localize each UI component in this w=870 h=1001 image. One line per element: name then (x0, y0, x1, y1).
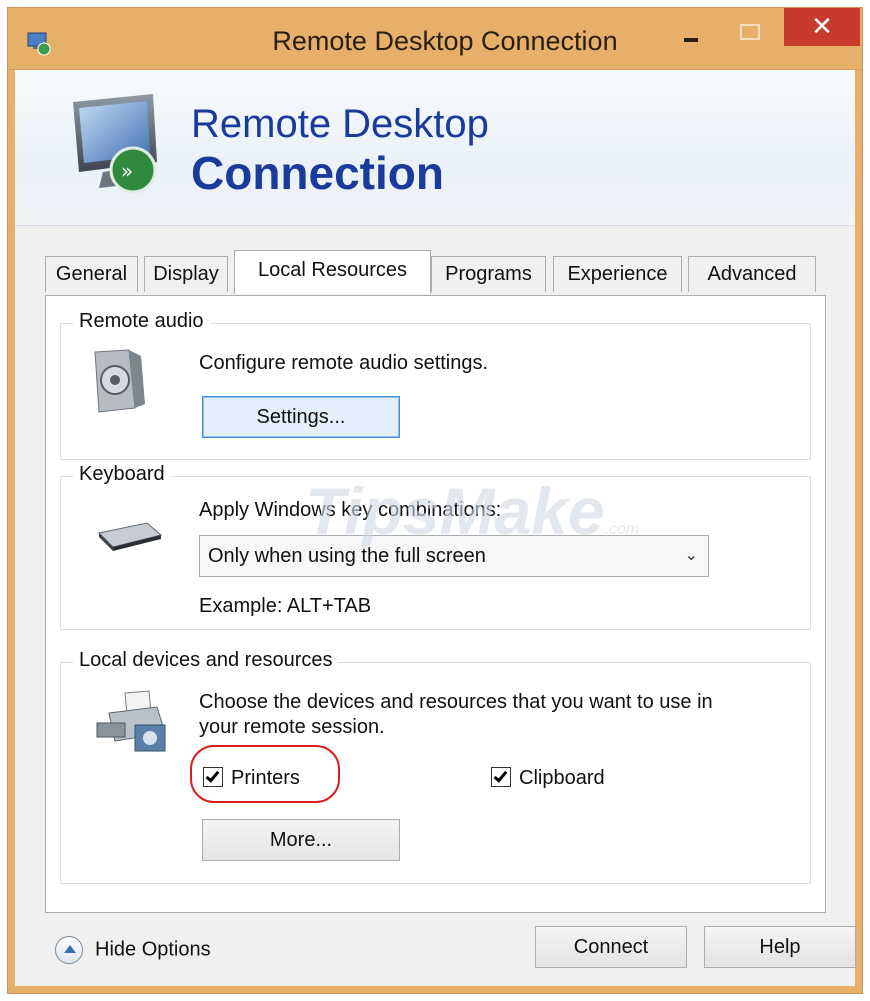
local-devices-group: Local devices and resources Choose the d… (60, 649, 811, 884)
settings-button[interactable]: Settings... (202, 396, 400, 438)
windows-key-dropdown[interactable]: Only when using the full screen ⌄ (199, 535, 709, 577)
remote-audio-description: Configure remote audio settings. (199, 352, 489, 374)
title-bar[interactable]: Remote Desktop Connection ✕ (8, 8, 862, 70)
monitor-connection-icon: » (73, 94, 157, 194)
tab-general[interactable]: General (45, 256, 138, 292)
local-resources-panel: Remote audio Configure remote audio sett… (45, 295, 826, 913)
windows-key-label: Apply Windows key combinations: (199, 499, 502, 521)
windows-key-selected-value: Only when using the full screen (208, 545, 486, 567)
printers-highlight-ring (190, 745, 340, 803)
keyboard-group: Keyboard Apply Windows key combinations:… (60, 463, 811, 630)
hide-options-label: Hide Options (95, 938, 211, 961)
tab-experience[interactable]: Experience (553, 256, 682, 292)
chevron-up-icon (55, 936, 83, 964)
checkmark-icon (493, 768, 508, 783)
more-button[interactable]: More... (202, 819, 400, 861)
local-devices-description-line2: your remote session. (199, 716, 385, 738)
clipboard-checkbox[interactable]: Clipboard (491, 765, 605, 791)
chevron-down-icon: ⌄ (684, 547, 698, 564)
rdc-window: Remote Desktop Connection ✕ » Remote Des… (8, 8, 862, 993)
devices-icon (96, 690, 166, 752)
maximize-button[interactable] (728, 8, 768, 50)
banner-title-line1: Remote Desktop (191, 102, 489, 146)
local-devices-label: Local devices and resources (73, 649, 339, 672)
close-icon: ✕ (811, 11, 833, 41)
tab-programs[interactable]: Programs (431, 256, 546, 292)
tab-local-resources[interactable]: Local Resources (234, 250, 431, 294)
banner: » Remote Desktop Connection (15, 70, 855, 226)
minimize-button[interactable] (670, 8, 710, 50)
help-button[interactable]: Help (704, 926, 856, 968)
speaker-icon (94, 349, 145, 413)
remote-audio-group: Remote audio Configure remote audio sett… (60, 310, 811, 460)
clipboard-check-box[interactable] (491, 767, 511, 787)
keyboard-icon (97, 522, 163, 551)
close-button[interactable]: ✕ (784, 8, 860, 46)
connect-button[interactable]: Connect (535, 926, 687, 968)
keyboard-example: Example: ALT+TAB (199, 595, 372, 617)
tab-display[interactable]: Display (144, 256, 228, 292)
remote-audio-label: Remote audio (73, 310, 210, 333)
clipboard-label: Clipboard (519, 767, 605, 789)
tab-advanced[interactable]: Advanced (688, 256, 816, 292)
keyboard-label: Keyboard (73, 463, 171, 486)
tab-strip: General Display Local Resources Programs… (45, 250, 825, 296)
local-devices-description-line1: Choose the devices and resources that yo… (199, 691, 713, 713)
banner-title-line2: Connection (191, 147, 444, 199)
hide-options-toggle[interactable]: Hide Options (55, 936, 211, 964)
svg-text:»: » (121, 159, 133, 183)
